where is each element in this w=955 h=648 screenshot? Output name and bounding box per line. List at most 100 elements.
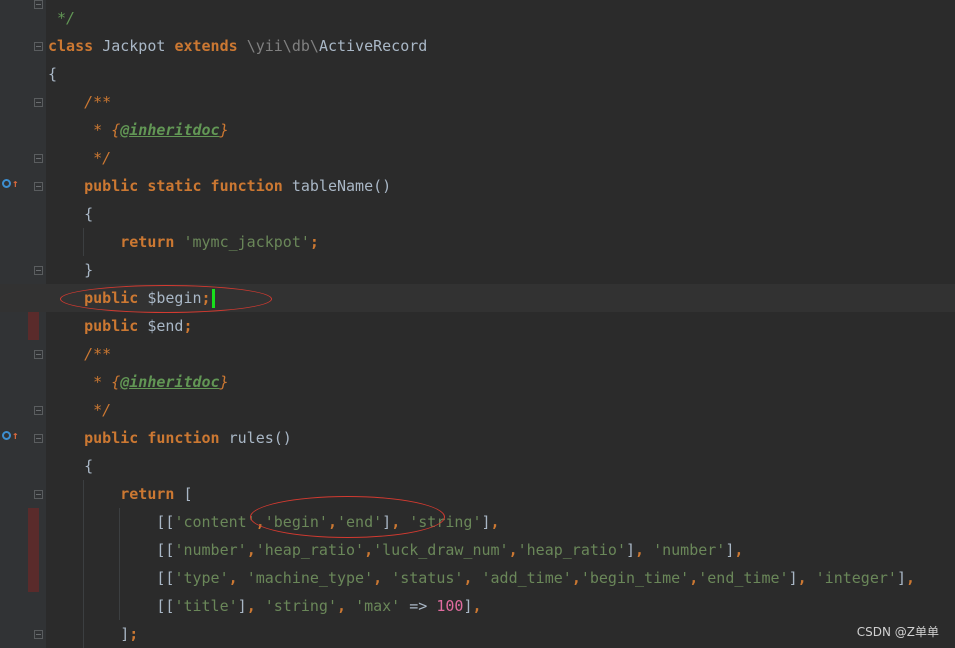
code-token: ,	[508, 541, 518, 559]
code-line[interactable]: {	[0, 200, 955, 228]
code-token: 'type'	[174, 569, 229, 587]
code-token: public	[48, 317, 148, 335]
code-token: 'content'	[174, 513, 256, 531]
code-token: Jackpot	[102, 37, 175, 55]
annotation-ellipse	[250, 496, 445, 538]
code-line[interactable]: }	[0, 256, 955, 284]
code-line[interactable]: /**	[0, 340, 955, 368]
code-token: 'status'	[391, 569, 464, 587]
code-token: }	[219, 373, 229, 391]
code-token: ,	[228, 569, 247, 587]
code-line[interactable]: {	[0, 452, 955, 480]
code-token: ,	[246, 541, 256, 559]
code-token: ]	[48, 625, 130, 643]
code-line[interactable]: [['content','begin','end'], 'string'],	[0, 508, 955, 536]
code-text: [['title'], 'string', 'max' => 100],	[48, 592, 482, 620]
code-token: $end	[147, 317, 184, 335]
code-line[interactable]: {	[0, 60, 955, 88]
code-line[interactable]: */	[0, 4, 955, 32]
code-token: 'luck_draw_num'	[373, 541, 509, 559]
code-token: [[	[48, 597, 175, 615]
code-token: class	[48, 37, 103, 55]
code-token: {	[48, 205, 94, 223]
code-token: tableName()	[291, 177, 392, 195]
code-token: [[	[48, 541, 175, 559]
code-token: 'title'	[174, 597, 238, 615]
code-token: @inheritdoc	[120, 121, 220, 139]
code-text: ];	[48, 620, 138, 648]
code-token: [[	[48, 569, 175, 587]
code-token: ,	[373, 569, 392, 587]
code-token: ,	[734, 541, 744, 559]
code-token: {	[48, 65, 58, 83]
code-token: 'heap_ratio'	[255, 541, 365, 559]
code-token: ,	[463, 569, 482, 587]
code-line[interactable]: */	[0, 144, 955, 172]
code-token: ]	[788, 569, 798, 587]
code-token: 'number'	[653, 541, 726, 559]
code-token: * {	[48, 121, 121, 139]
code-text: */	[48, 144, 111, 172]
code-line[interactable]: */	[0, 396, 955, 424]
annotation-ellipse	[60, 285, 272, 313]
code-token: ,	[364, 541, 374, 559]
code-token: ,	[905, 569, 915, 587]
code-text: [['number','heap_ratio','luck_draw_num',…	[48, 536, 743, 564]
code-token: ]	[481, 513, 491, 531]
code-token: ActiveRecord	[318, 37, 428, 55]
code-line[interactable]: [['title'], 'string', 'max' => 100],	[0, 592, 955, 620]
code-token: ,	[472, 597, 482, 615]
code-token: 'string'	[264, 597, 337, 615]
code-line[interactable]: return [	[0, 480, 955, 508]
code-token: /**	[48, 345, 112, 363]
code-token: */	[48, 401, 112, 419]
code-line[interactable]: /**	[0, 88, 955, 116]
code-token: 'number'	[174, 541, 247, 559]
code-text: */	[48, 4, 75, 32]
code-token: {	[48, 457, 94, 475]
code-token: extends	[174, 37, 247, 55]
code-text: public function rules()	[48, 424, 292, 452]
code-token: 'end_time'	[698, 569, 789, 587]
code-token: 'integer'	[815, 569, 897, 587]
code-text: class Jackpot extends \yii\db\ActiveReco…	[48, 32, 427, 60]
code-token: 'add_time'	[481, 569, 572, 587]
code-token: ;	[129, 625, 139, 643]
code-token: 'machine_type'	[246, 569, 374, 587]
code-token: return	[48, 485, 184, 503]
code-token: 'heap_ratio'	[517, 541, 626, 559]
code-token: ,	[635, 541, 654, 559]
code-text: public static function tableName()	[48, 172, 391, 200]
code-line[interactable]: class Jackpot extends \yii\db\ActiveReco…	[0, 32, 955, 60]
code-token: 'begin_time'	[580, 569, 690, 587]
code-editor[interactable]: ↑ ↑ */ class Jackpot extends \yii\db\Act…	[0, 0, 955, 648]
code-token: rules()	[228, 429, 292, 447]
code-token: public static function	[48, 177, 292, 195]
code-text: return 'mymc_jackpot';	[48, 228, 319, 256]
code-token: ]	[237, 597, 247, 615]
code-token: public function	[48, 429, 229, 447]
code-token: 'mymc_jackpot'	[183, 233, 310, 251]
watermark: CSDN @Z单单	[856, 625, 939, 639]
code-line[interactable]: return 'mymc_jackpot';	[0, 228, 955, 256]
code-line[interactable]: * {@inheritdoc}	[0, 368, 955, 396]
code-text: {	[48, 60, 57, 88]
code-text: {	[48, 452, 93, 480]
code-line[interactable]: * {@inheritdoc}	[0, 116, 955, 144]
code-token: @inheritdoc	[120, 373, 220, 391]
code-token: ,	[490, 513, 500, 531]
code-text: * {@inheritdoc}	[48, 116, 228, 144]
code-token: 100	[436, 597, 464, 615]
code-text: return [	[48, 480, 192, 508]
code-text: * {@inheritdoc}	[48, 368, 229, 396]
code-token: ]	[896, 569, 906, 587]
code-text: [['type', 'machine_type', 'status', 'add…	[48, 564, 915, 592]
code-line[interactable]: [['number','heap_ratio','luck_draw_num',…	[0, 536, 955, 564]
code-line[interactable]: public static function tableName()	[0, 172, 955, 200]
code-line[interactable]: ];	[0, 620, 955, 648]
code-token: }	[48, 261, 94, 279]
code-token: */	[48, 9, 76, 27]
code-line[interactable]: public $end;	[0, 312, 955, 340]
code-line[interactable]: [['type', 'machine_type', 'status', 'add…	[0, 564, 955, 592]
code-line[interactable]: public function rules()	[0, 424, 955, 452]
